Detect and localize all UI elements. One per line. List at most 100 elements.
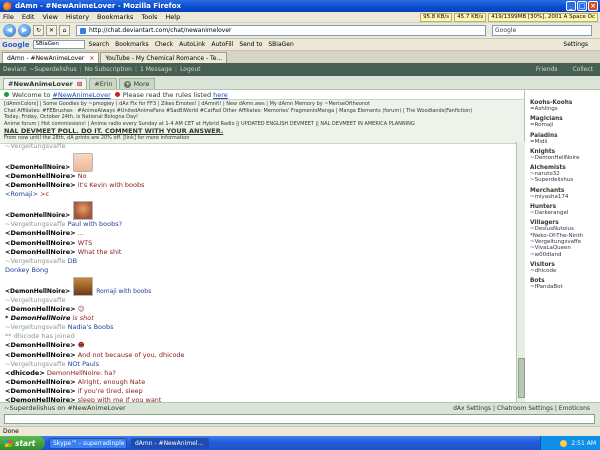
member-name[interactable]: ~Superdelishus xyxy=(530,177,600,183)
chat-username[interactable]: <Romaji> xyxy=(5,190,38,198)
forward-button[interactable]: ▶ xyxy=(18,24,31,37)
menu-file[interactable]: File xyxy=(3,13,14,21)
tab-close-icon[interactable]: × xyxy=(89,55,94,62)
member-name[interactable]: ~miyasha174 xyxy=(530,194,600,200)
da-collect[interactable]: Collect xyxy=(572,66,593,73)
menu-edit[interactable]: Edit xyxy=(22,13,35,21)
member-name[interactable]: ~DemonHellNoire xyxy=(530,155,600,161)
gt-search[interactable]: Search xyxy=(89,41,110,48)
tab-newanimelover[interactable]: #NewAnimeLover ⊠ xyxy=(3,78,88,89)
topic-poll[interactable]: NAL DEVMEET POLL. DO IT. COMMENT WITH YO… xyxy=(4,127,520,135)
google-toolbar-input[interactable]: SBiaGen xyxy=(32,40,85,49)
da-friends[interactable]: Friends xyxy=(536,66,558,73)
menu-help[interactable]: Help xyxy=(165,13,180,21)
browser-tab-label: dAmn - #NewAnimeLover xyxy=(7,54,85,62)
scroll-thumb[interactable] xyxy=(518,358,525,398)
browser-tab-damn[interactable]: dAmn - #NewAnimeLover × xyxy=(2,52,100,63)
address-bar[interactable]: http://chat.deviantart.com/chat/newanime… xyxy=(76,25,486,36)
da-username[interactable]: ~Superdelishus xyxy=(29,66,76,73)
gt-check[interactable]: Check xyxy=(155,41,173,48)
gt-autolink[interactable]: AutoLink xyxy=(179,41,205,48)
chat-username[interactable]: ~Vergeltungsvaffe xyxy=(5,257,65,265)
chat-line: <dhicode> DemonHellNoire: ha? xyxy=(5,369,516,378)
gt-autofill[interactable]: AutoFill xyxy=(211,41,233,48)
menu-bookmarks[interactable]: Bookmarks xyxy=(97,13,133,21)
chat-username[interactable]: <DemonHellNoire> xyxy=(5,248,76,256)
chat-username[interactable]: <DemonHellNoire> xyxy=(5,212,70,219)
chat-username[interactable]: <DemonHellNoire> xyxy=(5,305,76,313)
chat-message: Donkey Bong xyxy=(5,265,49,274)
chat-username[interactable]: <DemonHellNoire> xyxy=(5,229,76,237)
tab-more[interactable]: + More xyxy=(119,78,155,89)
chat-username[interactable]: ~Vergeltungsvaffe xyxy=(5,296,65,304)
chat-username[interactable]: ~Vergeltungsvaffe xyxy=(5,360,65,368)
window-titlebar: dAmn - #NewAnimeLover - Mozilla Firefox … xyxy=(0,0,600,12)
google-logo: Google xyxy=(2,40,30,49)
member-name[interactable]: =Romaji xyxy=(530,122,600,128)
chat-settings-links[interactable]: dAx Settings | Chatroom Settings | Emoti… xyxy=(453,405,590,412)
chat-username[interactable]: ** dhicode xyxy=(5,332,39,340)
gt-settings[interactable]: Settings xyxy=(563,41,588,48)
chat-username[interactable]: <DemonHellNoire> xyxy=(5,387,76,395)
windows-logo-icon xyxy=(5,439,12,447)
tab-erin[interactable]: #Erin xyxy=(89,78,118,89)
chat-message: Romaji with boobs xyxy=(96,287,152,295)
browser-tab-label: YouTube - My Chemical Romance - Te... xyxy=(105,54,223,62)
taskbar-skype[interactable]: Skype™ - superradinple xyxy=(49,437,127,449)
menu-tools[interactable]: Tools xyxy=(141,13,157,21)
member-name[interactable]: ~Darkerangel xyxy=(530,210,600,216)
firefox-icon xyxy=(3,1,12,11)
chat-line: ~Vergeltungsvaffe xyxy=(5,296,516,305)
chat-username[interactable]: <DemonHellNoire> xyxy=(5,378,76,386)
room-link[interactable]: #NewAnimeLover xyxy=(52,91,110,99)
da-subscription[interactable]: No Subscription xyxy=(85,66,132,73)
chat-username[interactable]: ~Vergeltungsvaffe xyxy=(5,323,65,331)
menu-view[interactable]: View xyxy=(42,13,57,21)
chat-username[interactable]: <DemonHellNoire> xyxy=(5,172,76,180)
member-name[interactable]: =Midii xyxy=(530,139,600,145)
home-button[interactable]: ⌂ xyxy=(59,25,70,36)
member-name[interactable]: =Ashlings xyxy=(530,106,600,112)
member-name[interactable]: ~dhicode xyxy=(530,268,600,274)
member-name[interactable]: ~w00dland xyxy=(530,252,600,258)
chat-line: ** dhicode has joined xyxy=(5,332,516,341)
close-tab-icon[interactable]: ⊠ xyxy=(77,80,82,88)
gt-sbiagen[interactable]: SBiaGen xyxy=(268,41,293,48)
gt-bookmarks[interactable]: Bookmarks xyxy=(115,41,149,48)
minimize-button[interactable]: _ xyxy=(566,1,576,11)
da-logout[interactable]: Logout xyxy=(180,66,201,73)
chat-username[interactable]: <DemonHellNoire> xyxy=(5,288,70,295)
chat-username[interactable]: <DemonHellNoire> xyxy=(5,351,76,359)
close-button[interactable]: × xyxy=(588,1,598,11)
chat-username[interactable]: <DemonHellNoire> xyxy=(5,164,70,171)
chat-username[interactable]: <DemonHellNoire> xyxy=(5,181,76,189)
chat-username[interactable]: <dhicode> xyxy=(5,369,45,377)
da-messages[interactable]: 1 Message xyxy=(140,66,172,73)
chat-username[interactable]: * DemonHellNoire xyxy=(5,314,70,322)
message-input[interactable] xyxy=(4,414,595,424)
chat-message: ☺ xyxy=(77,305,85,314)
chat-username[interactable]: <DemonHellNoire> xyxy=(5,341,76,349)
chat-username[interactable]: <DemonHellNoire> xyxy=(5,239,76,247)
chat-message: DB xyxy=(67,256,78,265)
da-brand[interactable]: Deviant xyxy=(3,66,26,73)
search-box[interactable]: Google xyxy=(492,25,592,36)
member-group: Koohs-Koohs =Ashlings xyxy=(530,100,600,112)
gt-sendto[interactable]: Send to xyxy=(239,41,262,48)
maximize-button[interactable]: □ xyxy=(577,1,587,11)
rules-link[interactable]: here xyxy=(213,91,228,99)
start-button[interactable]: start xyxy=(0,436,45,450)
chat-scrollbar[interactable] xyxy=(516,142,525,402)
back-button[interactable]: ◀ xyxy=(3,24,16,37)
chat-message: DemonHellNoire: ha? xyxy=(46,368,116,377)
chat-username[interactable]: ~Vergeltungsvaffe xyxy=(5,142,65,150)
member-group: Hunters ~Darkerangel xyxy=(530,204,600,216)
stop-button[interactable]: ✕ xyxy=(46,25,57,36)
browser-tab-youtube[interactable]: YouTube - My Chemical Romance - Te... xyxy=(100,52,228,63)
member-name[interactable]: ~fPandaBot xyxy=(530,284,600,290)
reload-button[interactable]: ↻ xyxy=(33,25,44,36)
download-speed: 95.8 KB/s xyxy=(420,13,453,22)
taskbar-firefox[interactable]: dAmn - #NewAnimel... xyxy=(131,437,209,449)
chat-username[interactable]: ~Vergeltungsvaffe xyxy=(5,220,65,228)
menu-history[interactable]: History xyxy=(66,13,89,21)
